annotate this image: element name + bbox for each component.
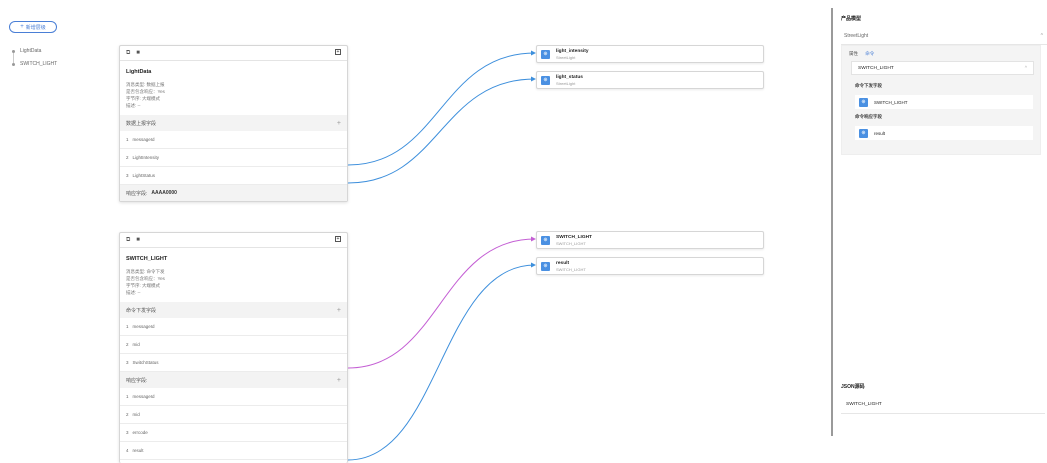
command-icon: ⊕ [859, 128, 868, 138]
field-name: SWITCH_LIGHT [874, 99, 908, 105]
chevron-up-icon: ^ [1040, 32, 1043, 39]
panel-title: 产品模型 [841, 16, 862, 22]
down-field-item[interactable]: ⊕ SWITCH_LIGHT [855, 95, 1033, 109]
down-fields-label: 命令下发字段 [855, 83, 882, 88]
service-select[interactable]: StreetLight ^ [841, 27, 1047, 45]
mapping-canvas: + 新增层级 LightData SWITCH_LIGHT ⧉ ■ + Ligh… [0, 0, 830, 463]
product-model-panel: 产品模型 StreetLight ^ 属性 命令 SWITCH_LIGHT ^ … [836, 0, 1047, 463]
link-switchstatus[interactable] [347, 236, 536, 369]
response-field-item[interactable]: ⊕ result [855, 126, 1033, 140]
service-name: StreetLight [844, 32, 869, 39]
json-title: JSON源码 [841, 384, 865, 390]
command-icon: ⊕ [859, 97, 868, 107]
link-result[interactable] [347, 262, 536, 461]
response-fields-label: 命令响应字段 [855, 114, 882, 119]
tab-commands[interactable]: 命令 [865, 51, 874, 56]
field-name: result [874, 130, 886, 136]
panel-scrollbar[interactable] [831, 8, 833, 436]
json-source[interactable]: SWITCH_LIGHT [841, 396, 1045, 414]
command-name: SWITCH_LIGHT [858, 65, 894, 71]
command-select[interactable]: SWITCH_LIGHT ^ [851, 61, 1034, 75]
link-lightstatus[interactable] [347, 76, 536, 184]
detail-tabs: 属性 命令 [849, 51, 874, 57]
tab-properties[interactable]: 属性 [849, 51, 858, 56]
chevron-up-icon: ^ [1024, 65, 1027, 71]
service-detail: 属性 命令 SWITCH_LIGHT ^ 命令下发字段 ⊕ SWITCH_LIG… [841, 45, 1041, 155]
mapping-links [347, 50, 536, 461]
link-lightintensity[interactable] [347, 50, 536, 166]
